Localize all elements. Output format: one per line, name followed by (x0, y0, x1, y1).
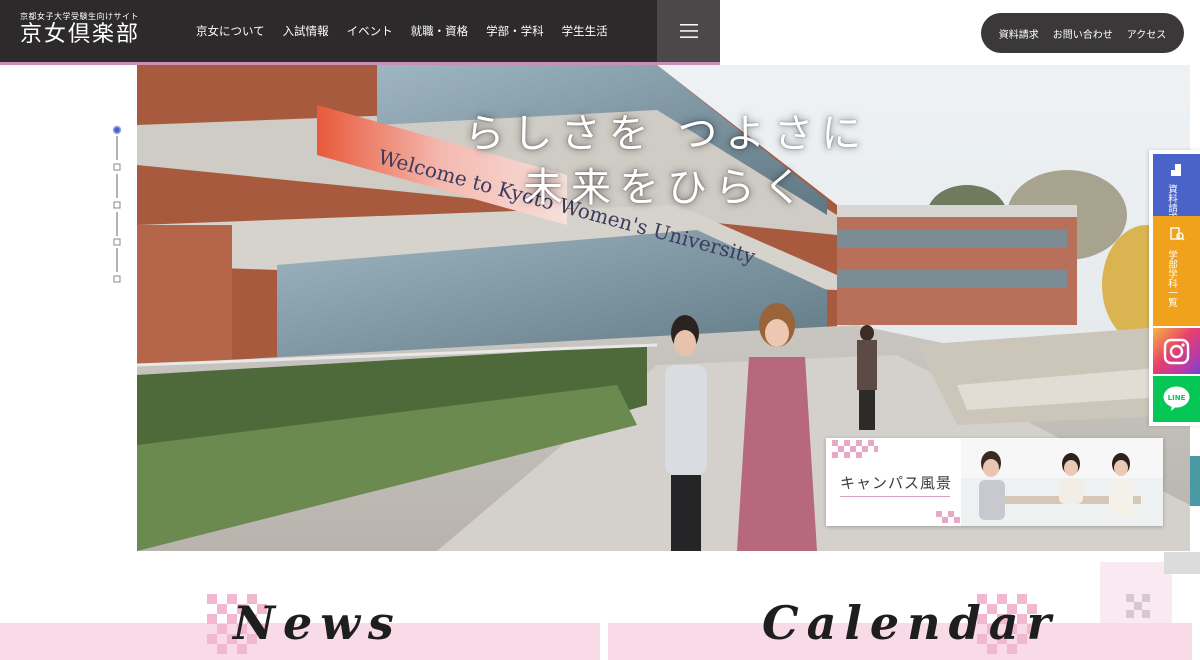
hero-catchcopy: らしさを つよさに 未来をひらく (437, 107, 897, 215)
campus-scenery-label: キャンパス風景 (840, 474, 953, 492)
line-link[interactable]: LINE (1153, 376, 1200, 422)
access-link[interactable]: アクセス (1127, 26, 1167, 41)
nav-item-events[interactable]: イベント (347, 23, 393, 39)
svg-text:LINE: LINE (1168, 394, 1186, 402)
calendar-heading: Calendar (762, 596, 1059, 650)
request-materials-link[interactable]: 資料請求 (999, 26, 1039, 41)
nav-item-departments[interactable]: 学部・学科 (486, 23, 544, 39)
utility-nav: 資料請求 お問い合わせ アクセス (981, 13, 1184, 53)
instagram-icon (1163, 338, 1190, 365)
slide-indicator (112, 125, 122, 283)
site-logo[interactable]: 京都女子大学受験生向けサイト 京女倶楽部 (20, 12, 141, 52)
slide-dot[interactable] (113, 163, 121, 171)
building-search-icon (1170, 227, 1185, 241)
global-nav: 京女について 入試情報 イベント 就職・資格 学部・学科 学生生活 (187, 0, 617, 62)
slide-dot[interactable] (113, 275, 121, 283)
slide-dot[interactable] (113, 201, 121, 209)
side-tabs: 資料請求 学部学科一覧 LINE (1149, 150, 1200, 426)
document-icon (1171, 164, 1181, 176)
edge-decoration (1190, 456, 1200, 506)
catchcopy-line-2: 未来をひらく (523, 165, 811, 211)
menu-button[interactable] (657, 0, 720, 62)
logo-title: 京女倶楽部 (20, 22, 141, 47)
news-heading: News (233, 596, 402, 650)
nav-item-admissions[interactable]: 入試情報 (283, 23, 329, 39)
campus-scenery-photo (961, 438, 1163, 526)
instagram-link[interactable] (1153, 328, 1200, 374)
checker-decoration-small (936, 511, 960, 523)
contact-link[interactable]: お問い合わせ (1053, 26, 1113, 41)
departments-label: 学部学科一覧 (1166, 250, 1177, 307)
hamburger-icon (679, 24, 698, 38)
catchcopy-line-1: らしさを つよさに (464, 111, 870, 157)
request-materials-label: 資料請求 (1166, 184, 1177, 222)
site-header: 京都女子大学受験生向けサイト 京女倶楽部 京女について 入試情報 イベント 就職… (0, 0, 720, 65)
checker-decoration (832, 440, 878, 458)
slide-dot[interactable] (113, 238, 121, 246)
departments-tab[interactable]: 学部学科一覧 (1153, 216, 1200, 326)
line-icon: LINE (1163, 386, 1190, 411)
label-underline (840, 496, 950, 497)
nav-item-careers[interactable]: 就職・資格 (411, 23, 469, 39)
checker-decoration (1126, 594, 1150, 618)
request-materials-tab[interactable]: 資料請求 (1153, 154, 1200, 222)
nav-item-about[interactable]: 京女について (196, 23, 265, 39)
edge-decoration (1164, 552, 1200, 574)
nav-item-student-life[interactable]: 学生生活 (562, 23, 608, 39)
logo-subtitle: 京都女子大学受験生向けサイト (20, 12, 139, 21)
campus-scenery-card[interactable]: キャンパス風景 (826, 438, 1163, 526)
slide-dot-active[interactable] (112, 125, 122, 135)
